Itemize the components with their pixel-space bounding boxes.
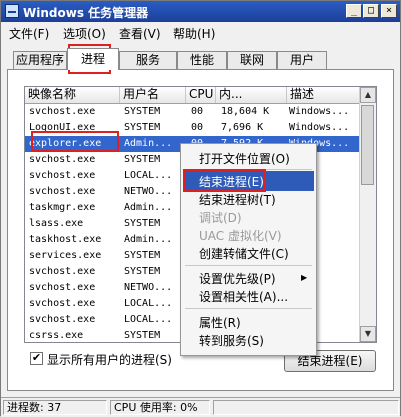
status-process-count: 进程数: 37 — [3, 400, 107, 415]
table-row[interactable]: svchost.exe SYSTEM 00 18,604 K Windows... — [25, 104, 362, 120]
title-bar[interactable]: Windows 任务管理器 _ □ × — [1, 1, 400, 22]
column-header-memory[interactable]: 内... — [216, 87, 287, 103]
process-memory: 7,696 K — [221, 122, 264, 133]
tab-services[interactable]: 服务 — [119, 51, 177, 69]
table-row[interactable]: LogonUI.exe SYSTEM 00 7,696 K Windows... — [25, 120, 362, 136]
menu-separator — [185, 308, 312, 309]
process-name: lsass.exe — [29, 218, 84, 229]
process-user: Admin... — [124, 202, 173, 213]
process-cpu: 00 — [191, 122, 204, 133]
scroll-down-arrow-icon[interactable]: ▼ — [360, 326, 376, 342]
context-menu-item[interactable]: 创建转储文件(C) — [199, 245, 289, 262]
status-bar: 进程数: 37 CPU 使用率: 0% — [1, 397, 400, 417]
context-menu-item[interactable]: 设置相关性(A)... — [199, 288, 288, 305]
process-user: SYSTEM — [124, 218, 161, 229]
process-user: SYSTEM — [124, 330, 161, 341]
process-name: svchost.exe — [29, 170, 96, 181]
column-header-image-name[interactable]: 映像名称 — [25, 87, 120, 103]
process-user: NETWO... — [124, 186, 173, 197]
column-header-user-name[interactable]: 用户名 — [120, 87, 186, 103]
context-menu: 打开文件位置(O) 结束进程(E) 结束进程树(T) 调试(D) UAC 虚拟化(V) 创… — [180, 143, 317, 356]
context-menu-item[interactable]: 结束进程(E) — [199, 173, 264, 190]
context-menu-item: UAC 虚拟化(V) — [199, 229, 282, 243]
menu-file[interactable]: 文件(F) — [9, 25, 49, 42]
status-memory — [213, 400, 399, 415]
vertical-scrollbar[interactable]: ▲ ▼ — [359, 87, 376, 342]
process-user: SYSTEM — [124, 266, 161, 277]
column-header-description[interactable]: 描述 — [287, 87, 362, 103]
menu-separator — [185, 265, 312, 266]
show-all-users-label[interactable]: 显示所有用户的进程(S) — [47, 351, 172, 368]
process-name: svchost.exe — [29, 154, 96, 165]
context-menu-item[interactable]: 转到服务(S) — [199, 332, 264, 349]
menu-separator — [185, 169, 312, 170]
menu-bar: 文件(F) 选项(O) 查看(V) 帮助(H) — [1, 22, 400, 42]
process-name: svchost.exe — [29, 266, 96, 277]
menu-options[interactable]: 选项(O) — [63, 25, 106, 42]
task-manager-window: Windows 任务管理器 _ □ × 文件(F) 选项(O) 查看(V) 帮助… — [0, 0, 401, 417]
context-menu-item[interactable]: 设置优先级(P) — [199, 270, 276, 287]
process-user: SYSTEM — [124, 122, 161, 133]
menu-help[interactable]: 帮助(H) — [173, 25, 215, 42]
process-memory: 18,604 K — [221, 106, 270, 117]
process-user: Admin... — [124, 138, 173, 149]
close-button[interactable]: × — [381, 4, 397, 18]
process-name: taskmgr.exe — [29, 202, 96, 213]
process-name: services.exe — [29, 250, 102, 261]
process-user: LOCAL... — [124, 298, 173, 309]
process-user: SYSTEM — [124, 106, 161, 117]
process-user: NETWO... — [124, 282, 173, 293]
process-name: explorer.exe — [29, 138, 102, 149]
process-name: svchost.exe — [29, 298, 96, 309]
status-cpu-usage: CPU 使用率: 0% — [110, 400, 210, 415]
process-description: Windows... — [289, 122, 350, 133]
column-header-cpu[interactable]: CPU — [186, 87, 216, 103]
task-manager-icon — [5, 4, 19, 18]
tab-processes[interactable]: 进程 — [67, 48, 119, 70]
menu-view[interactable]: 查看(V) — [119, 25, 161, 42]
tab-users[interactable]: 用户 — [277, 51, 327, 69]
process-description: Windows... — [289, 106, 350, 117]
maximize-button[interactable]: □ — [363, 4, 379, 18]
process-name: LogonUI.exe — [29, 122, 96, 133]
process-user: LOCAL... — [124, 170, 173, 181]
process-name: csrss.exe — [29, 330, 84, 341]
scroll-up-arrow-icon[interactable]: ▲ — [360, 87, 376, 103]
scroll-thumb[interactable] — [361, 105, 374, 185]
minimize-button[interactable]: _ — [346, 4, 362, 18]
tab-applications[interactable]: 应用程序 — [13, 51, 67, 69]
tab-networking[interactable]: 联网 — [227, 51, 277, 69]
process-name: svchost.exe — [29, 186, 96, 197]
process-name: svchost.exe — [29, 282, 96, 293]
process-user: SYSTEM — [124, 154, 161, 165]
context-menu-item: 调试(D) — [199, 211, 242, 225]
process-name: taskhost.exe — [29, 234, 102, 245]
list-header: 映像名称 用户名 CPU 内... 描述 — [25, 87, 362, 104]
process-cpu: 00 — [191, 106, 204, 117]
process-user: LOCAL... — [124, 314, 173, 325]
window-title: Windows 任务管理器 — [23, 6, 149, 20]
tab-strip: 应用程序 进程 服务 性能 联网 用户 — [9, 48, 394, 70]
process-user: Admin... — [124, 234, 173, 245]
submenu-arrow-icon: ▶ — [301, 273, 308, 282]
context-menu-item[interactable]: 属性(R) — [199, 314, 241, 331]
show-all-users-checkbox[interactable]: ✔ — [30, 352, 43, 365]
tab-performance[interactable]: 性能 — [177, 51, 227, 69]
context-menu-item[interactable]: 打开文件位置(O) — [199, 150, 290, 167]
context-menu-item[interactable]: 结束进程树(T) — [199, 191, 276, 208]
process-name: svchost.exe — [29, 314, 96, 325]
process-name: svchost.exe — [29, 106, 96, 117]
process-user: SYSTEM — [124, 250, 161, 261]
